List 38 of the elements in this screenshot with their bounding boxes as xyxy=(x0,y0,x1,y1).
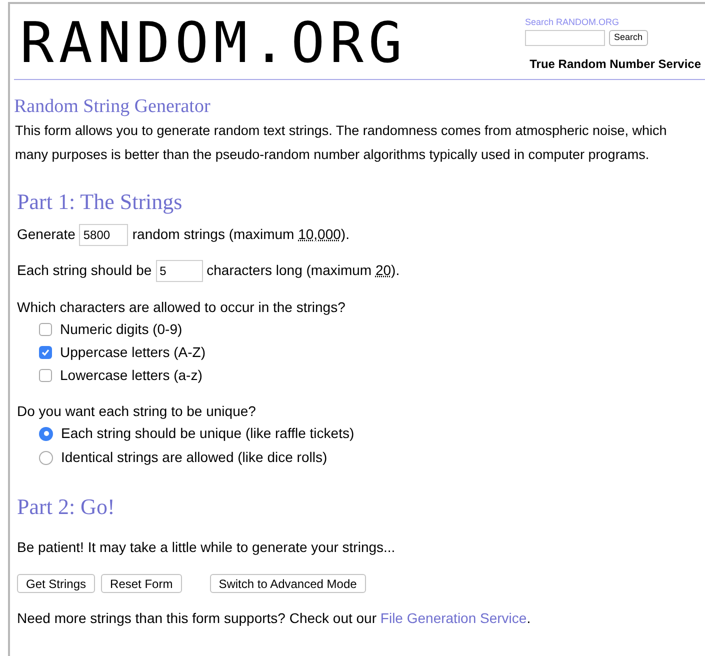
checkbox-label: Uppercase letters (A-Z) xyxy=(60,342,206,362)
footer-text: Need more strings than this form supports? Check out our File Generation Service. xyxy=(16,608,532,628)
file-generation-link[interactable]: File Generation Service xyxy=(380,610,527,626)
question-text: Which characters are allowed to occur in the strings? xyxy=(17,298,346,317)
intro-text: many purposes is better than the pseudo-random number algorithms typically used in computer programs. xyxy=(14,146,650,164)
checkbox[interactable] xyxy=(39,346,52,359)
radio-button[interactable] xyxy=(39,426,53,441)
intro-text: This form allows you to generate random text strings. The randomness comes from atmospheric noise, which xyxy=(14,122,668,140)
field-hint: ). xyxy=(340,225,350,244)
radio-label: Each string should be unique (like raffle tickets) xyxy=(61,424,354,444)
tagline: True Random Number Service xyxy=(530,56,701,72)
field-label: Each string should be xyxy=(17,261,152,280)
section-heading: Part 2: Go! xyxy=(16,492,116,521)
field-label: Generate xyxy=(17,225,76,244)
site-logo[interactable]: RANDOM.ORG xyxy=(14,4,408,79)
section-heading: Part 1: The Strings xyxy=(16,188,184,216)
limit-value: 10,000 xyxy=(298,225,341,244)
limit-value: 20 xyxy=(375,261,392,280)
search-field[interactable] xyxy=(525,30,605,46)
field-hint: ). xyxy=(391,261,400,280)
question-text: Do you want each string to be unique? xyxy=(17,402,257,421)
radio-button[interactable] xyxy=(39,450,53,465)
checkbox-label: Lowercase letters (a-z) xyxy=(60,366,202,385)
field-hint: characters long (maximum xyxy=(206,261,373,280)
form-button[interactable]: Switch to Advanced Mode xyxy=(210,574,366,593)
checkmark-icon xyxy=(41,348,50,357)
search-button[interactable]: Search xyxy=(609,30,648,46)
form-button[interactable]: Reset Form xyxy=(101,574,182,593)
note-text: Be patient! It may take a little while to generate your strings... xyxy=(16,538,396,557)
text-field[interactable]: 5 xyxy=(156,260,203,282)
field-hint: random strings (maximum xyxy=(132,225,296,244)
page-title: Random String Generator xyxy=(14,95,212,119)
checkbox[interactable] xyxy=(39,322,52,336)
text-field[interactable]: 5800 xyxy=(79,224,128,246)
checkbox-label: Numeric digits (0-9) xyxy=(60,320,182,339)
form-button[interactable]: Get Strings xyxy=(17,574,96,593)
radio-label: Identical strings are allowed (like dice rolls) xyxy=(61,448,328,468)
checkbox[interactable] xyxy=(39,368,52,382)
